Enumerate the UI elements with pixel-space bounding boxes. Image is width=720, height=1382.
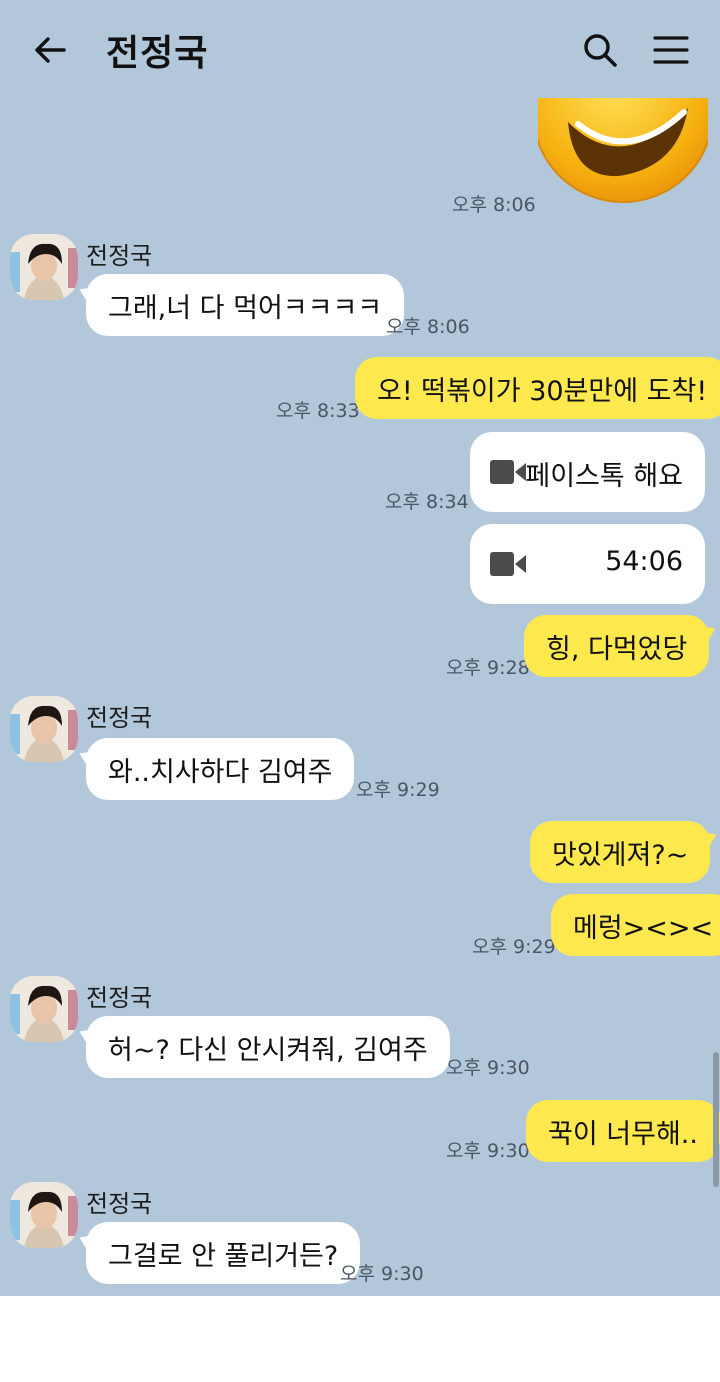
back-arrow-icon[interactable] — [30, 30, 70, 70]
video-camera-icon — [490, 460, 526, 484]
message-time: 오후 8:06 — [452, 194, 536, 216]
search-icon[interactable] — [580, 30, 620, 70]
incoming-message-bubble[interactable]: 그걸로 안 풀리거든? — [86, 1222, 361, 1284]
message-time: 오후 9:28 — [446, 657, 530, 679]
profile-photo — [10, 696, 78, 762]
incoming-message-bubble[interactable]: 허~? 다신 안시켜줘, 김여주 — [86, 1016, 450, 1078]
outgoing-message-bubble[interactable]: 메렁><>< — [551, 894, 720, 956]
message-list[interactable]: 오후 8:06 전정국 그래,너 다 먹어ㅋㅋㅋㅋ 오후 8:06 오후 8:3… — [0, 0, 720, 1296]
sender-name: 전정국 — [86, 1190, 153, 1218]
message-time: 오후 9:29 — [472, 936, 556, 958]
scrollbar[interactable] — [713, 1052, 719, 1187]
chat-title: 전정국 — [106, 33, 209, 74]
sender-name: 전정국 — [86, 242, 153, 270]
incoming-message-bubble[interactable]: 와..치사하다 김여주 — [86, 738, 355, 800]
call-label: 페이스톡 해요 — [525, 461, 683, 492]
outgoing-message-bubble[interactable]: 꾹이 너무해.. — [526, 1100, 720, 1162]
profile-photo — [10, 234, 78, 300]
chat-screen: 오후 8:06 전정국 그래,너 다 먹어ㅋㅋㅋㅋ 오후 8:06 오후 8:3… — [0, 0, 720, 1382]
message-input-bar — [0, 1296, 720, 1382]
avatar[interactable] — [10, 696, 78, 762]
message-time: 오후 9:30 — [340, 1263, 424, 1285]
message-time: 오후 8:33 — [276, 400, 360, 422]
sender-name: 전정국 — [86, 704, 153, 732]
outgoing-message-bubble[interactable]: 오! 떡볶이가 30분만에 도착! — [355, 357, 720, 419]
profile-photo — [10, 1182, 78, 1248]
call-duration: 54:06 — [605, 546, 683, 577]
profile-photo — [10, 976, 78, 1042]
outgoing-message-bubble[interactable]: 맛있게져?~ — [530, 821, 711, 883]
message-time: 오후 9:30 — [446, 1057, 530, 1079]
message-time: 오후 8:06 — [386, 316, 470, 338]
avatar[interactable] — [10, 1182, 78, 1248]
call-duration-bubble[interactable]: 54:06 — [470, 524, 705, 604]
incoming-message-bubble[interactable]: 그래,너 다 먹어ㅋㅋㅋㅋ — [86, 274, 405, 336]
message-time: 오후 9:29 — [356, 779, 440, 801]
video-camera-icon — [490, 552, 526, 576]
message-time: 오후 8:34 — [385, 491, 469, 513]
chat-header: 전정국 — [0, 0, 720, 98]
message-time: 오후 9:30 — [446, 1140, 530, 1162]
facetalk-call-bubble[interactable]: 페이스톡 해요 — [470, 432, 705, 512]
avatar[interactable] — [10, 234, 78, 300]
outgoing-message-bubble[interactable]: 힝, 다먹었당 — [524, 615, 710, 677]
avatar[interactable] — [10, 976, 78, 1042]
hamburger-menu-icon[interactable] — [651, 30, 691, 70]
sender-name: 전정국 — [86, 984, 153, 1012]
